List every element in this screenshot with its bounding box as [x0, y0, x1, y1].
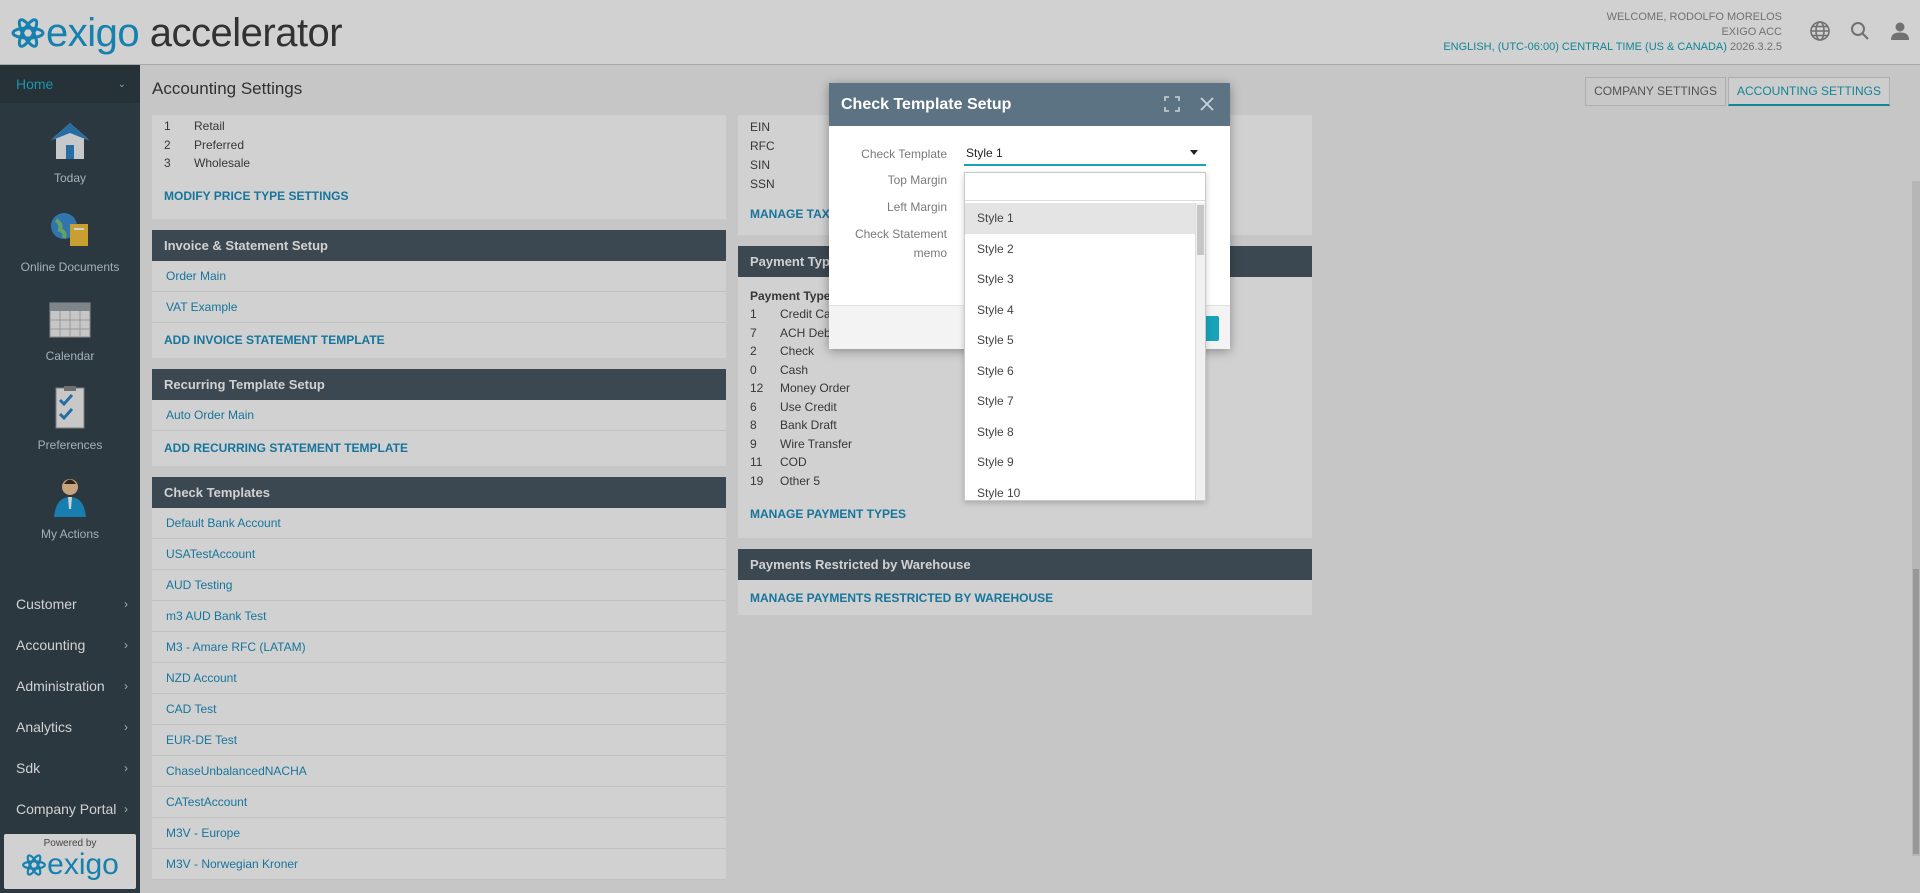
memo-label-line2: memo — [913, 246, 947, 260]
dropdown-option[interactable]: Style 8 — [965, 417, 1197, 448]
check-template-dropdown: Style 1 Style 2 Style 3 Style 4 Style 5 … — [964, 172, 1206, 501]
maximize-icon[interactable] — [1163, 95, 1181, 113]
dropdown-option[interactable]: Style 10 — [965, 478, 1197, 501]
dropdown-option[interactable]: Style 1 — [965, 203, 1197, 234]
memo-label-line1: Check Statement — [854, 227, 947, 241]
dropdown-option[interactable]: Style 5 — [965, 325, 1197, 356]
top-margin-label: Top Margin — [887, 173, 947, 187]
check-template-value: Style 1 — [966, 146, 1003, 160]
left-margin-label: Left Margin — [886, 200, 947, 214]
memo-label: Check Statement memo — [841, 225, 947, 263]
dropdown-option[interactable]: Style 9 — [965, 447, 1197, 478]
modal-title: Check Template Setup — [841, 95, 1012, 113]
dropdown-scrollbar[interactable] — [1195, 203, 1205, 500]
dropdown-caret-icon — [1190, 150, 1198, 155]
check-template-label: Check Template — [861, 147, 947, 161]
dropdown-option[interactable]: Style 7 — [965, 386, 1197, 417]
dropdown-scrollbar-thumb[interactable] — [1197, 205, 1204, 255]
dropdown-option[interactable]: Style 3 — [965, 264, 1197, 295]
modal-header: Check Template Setup — [829, 83, 1230, 126]
check-template-select[interactable]: Style 1 — [964, 142, 1206, 166]
dropdown-option[interactable]: Style 4 — [965, 295, 1197, 326]
dropdown-options: Style 1 Style 2 Style 3 Style 4 Style 5 … — [965, 203, 1197, 501]
close-icon[interactable] — [1198, 95, 1216, 113]
dropdown-option[interactable]: Style 6 — [965, 356, 1197, 387]
dropdown-option[interactable]: Style 2 — [965, 234, 1197, 265]
dropdown-search-input[interactable] — [965, 173, 1205, 201]
